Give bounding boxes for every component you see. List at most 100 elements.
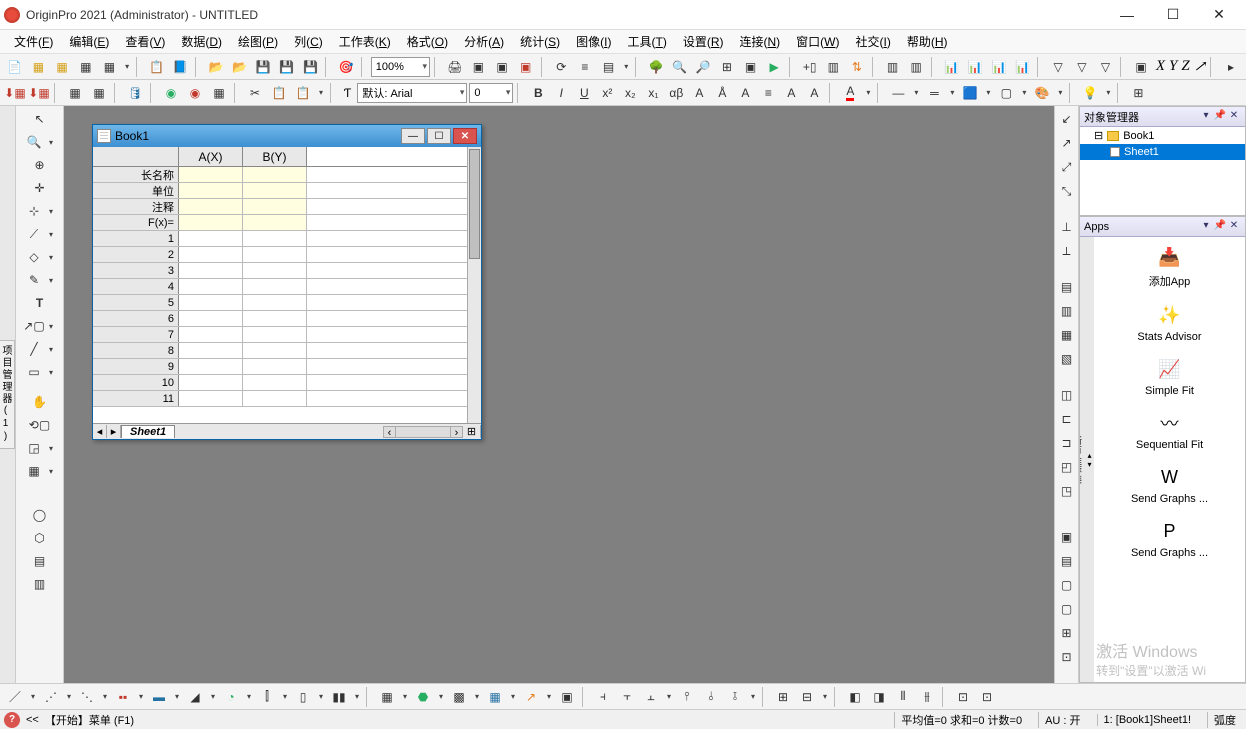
tree-item[interactable]: ⊟ Book1 [1080, 127, 1245, 144]
axis-icon[interactable]: ⊥ [1056, 216, 1078, 238]
line-width-button[interactable]: ═ [923, 82, 945, 104]
format-button-1[interactable]: I [550, 82, 572, 104]
ungroup-icon[interactable]: ⊟ [796, 686, 818, 708]
menu-item[interactable]: 图像(I) [570, 31, 617, 52]
data-cell[interactable] [179, 247, 243, 262]
axis2-icon[interactable]: ⟂ [1056, 240, 1078, 262]
layer1-icon[interactable]: ▤ [1056, 276, 1078, 298]
menu-item[interactable]: 分析(A) [458, 31, 510, 52]
open-template-button[interactable]: 📂 [229, 56, 251, 78]
meta-cell[interactable] [243, 183, 307, 198]
format-button-3[interactable]: x² [596, 82, 618, 104]
format-button-9[interactable]: A [734, 82, 756, 104]
menu-item[interactable]: 工作表(K) [333, 31, 397, 52]
axis-button[interactable]: Z [1181, 58, 1189, 75]
scale-in-icon[interactable]: ↙ [1056, 108, 1078, 130]
menu-item[interactable]: 编辑(E) [63, 31, 115, 52]
panel-menu-icon[interactable]: ▾ [1199, 110, 1213, 124]
import-wizard-button[interactable]: 🎯 [335, 56, 357, 78]
data-cell[interactable] [179, 375, 243, 390]
app-item[interactable]: 〰Sequential Fit [1094, 403, 1245, 457]
format-button-4[interactable]: x₂ [619, 82, 641, 104]
row-header[interactable]: 9 [93, 359, 179, 374]
mask2-button[interactable]: ▽ [1071, 56, 1093, 78]
menu-item[interactable]: 连接(N) [733, 31, 786, 52]
row-header[interactable]: 4 [93, 279, 179, 294]
db-import-button[interactable]: 🛢 [124, 82, 146, 104]
app-item[interactable]: 📥添加App [1094, 237, 1245, 295]
rescale-icon[interactable]: ⤢ [1056, 156, 1078, 178]
meta-cell[interactable] [243, 215, 307, 230]
save-button[interactable]: 💾 [252, 56, 274, 78]
sheet-resize[interactable]: ⊞ [463, 425, 481, 438]
distribute2-icon[interactable]: ⫵ [916, 686, 938, 708]
bar-chart-icon[interactable]: 📊 [941, 56, 963, 78]
tool-a[interactable]: ▥ [882, 56, 904, 78]
axis-button[interactable]: X [1156, 58, 1165, 75]
tree-button[interactable]: 🌳 [645, 56, 667, 78]
box-plot-icon[interactable]: ▯ [292, 686, 314, 708]
minimize-button[interactable]: — [1104, 0, 1150, 30]
print-button[interactable]: 🖨 [444, 56, 466, 78]
scatter-plot-icon[interactable]: ⋰ [40, 686, 62, 708]
data-cell[interactable] [243, 343, 307, 358]
rescale2-icon[interactable]: ⤡ [1056, 180, 1078, 202]
save-window-button[interactable]: 💾 [300, 56, 322, 78]
close-button[interactable]: ✕ [1196, 0, 1242, 30]
video-button[interactable]: ▣ [491, 56, 513, 78]
format-button-7[interactable]: A [688, 82, 710, 104]
format-button-2[interactable]: U [573, 82, 595, 104]
new-matrix-button[interactable]: ▦ [99, 56, 121, 78]
surface-plot-icon[interactable]: ▩ [448, 686, 470, 708]
window-button[interactable]: ▤ [598, 56, 620, 78]
region2-tool[interactable]: ▤ [29, 550, 51, 572]
sort-button[interactable]: ⇅ [846, 56, 868, 78]
data-cell[interactable] [179, 343, 243, 358]
digitizer3-button[interactable]: ▦ [208, 82, 230, 104]
maximize-button[interactable]: ☐ [1150, 0, 1196, 30]
row-header[interactable]: 注释 [93, 199, 179, 214]
workbook-max-button[interactable]: ☐ [427, 128, 451, 144]
vector-plot-icon[interactable]: ↗ [520, 686, 542, 708]
obj6-icon[interactable]: ⊡ [1056, 646, 1078, 668]
format-button-10[interactable]: ≡ [757, 82, 779, 104]
column-header[interactable]: B(Y) [243, 147, 307, 166]
reader-tool[interactable]: ⊕ [29, 154, 51, 176]
app-item[interactable]: PSend Graphs ... [1094, 511, 1245, 565]
menu-item[interactable]: 列(C) [288, 31, 329, 52]
grid-view-button[interactable]: ⊞ [716, 56, 738, 78]
menu-item[interactable]: 设置(R) [677, 31, 730, 52]
bar-plot-icon[interactable]: ▬ [148, 686, 170, 708]
app-item[interactable]: ✨Stats Advisor [1094, 295, 1245, 349]
app-item[interactable]: WSend Graphs ... [1094, 457, 1245, 511]
back-icon[interactable]: ◨ [868, 686, 890, 708]
save-template-button[interactable]: 💾 [276, 56, 298, 78]
linesymbol-plot-icon[interactable]: ⋱ [76, 686, 98, 708]
axis-button[interactable]: ↗ [1194, 57, 1207, 76]
bar-chart2-icon[interactable]: 📊 [965, 56, 987, 78]
bar-chart3-icon[interactable]: 📊 [988, 56, 1010, 78]
mask3-button[interactable]: ▽ [1095, 56, 1117, 78]
grid-button[interactable]: ⊞ [1127, 82, 1149, 104]
align-r-icon[interactable]: ⫠ [640, 686, 662, 708]
copy-button[interactable]: 📋 [268, 82, 290, 104]
menu-item[interactable]: 文件(F) [8, 31, 59, 52]
3d-plot-icon[interactable]: ⬣ [412, 686, 434, 708]
mask-button[interactable]: ▽ [1047, 56, 1069, 78]
new-workbook-button[interactable]: ▦ [28, 56, 50, 78]
data-cell[interactable] [243, 375, 307, 390]
row-header[interactable]: 5 [93, 295, 179, 310]
import-multi-button[interactable]: ⬇▦ [28, 82, 50, 104]
panel-pin-icon[interactable]: 📌 [1213, 110, 1227, 124]
menu-item[interactable]: 社交(I) [849, 31, 896, 52]
new-notes-button[interactable]: 📘 [170, 56, 192, 78]
axis-button[interactable]: Y [1169, 58, 1177, 75]
import-single-button[interactable]: ⬇▦ [4, 82, 26, 104]
row-header[interactable]: 2 [93, 247, 179, 262]
column-button[interactable]: ▥ [823, 56, 845, 78]
workbook-titlebar[interactable]: Book1 — ☐ ✕ [93, 125, 481, 147]
menu-item[interactable]: 统计(S) [514, 31, 566, 52]
text-tool[interactable]: T [29, 292, 51, 314]
new-graph-button[interactable]: ▦ [75, 56, 97, 78]
pie-plot-icon[interactable]: ◔ [220, 686, 242, 708]
